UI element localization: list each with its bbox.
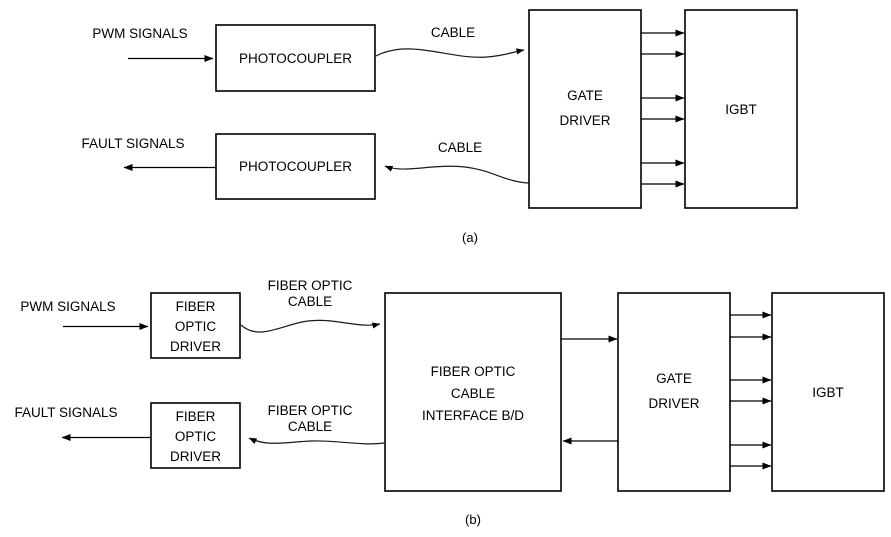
- panel-b-cable-bottom-curve: [248, 437, 385, 445]
- panel-b-fiber-driver-top-label-line2: OPTIC: [175, 319, 217, 334]
- panel-b-fault-signals-label: FAULT SIGNALS: [14, 405, 117, 420]
- panel-b-igbt-label: IGBT: [812, 385, 844, 400]
- panel-a-gate-driver-label-line1: GATE: [567, 88, 603, 103]
- panel-b-fiber-driver-bottom-label-line1: FIBER: [176, 409, 216, 424]
- panel-b-gate-driver-label-line2: DRIVER: [648, 396, 699, 411]
- figure-canvas: PWM SIGNALS PHOTOCOUPLER CABLE FAULT SIG…: [0, 0, 891, 537]
- panel-a-photocoupler-bottom-label: PHOTOCOUPLER: [239, 159, 352, 174]
- panel-b-gate-driver-box: [617, 292, 731, 492]
- panel-b-cable-top-label-line2: CABLE: [288, 294, 332, 309]
- panel-b-pwm-signals-label: PWM SIGNALS: [20, 299, 115, 314]
- panel-b-caption: (b): [465, 512, 481, 527]
- panel-b-interface-label-line1: FIBER OPTIC: [431, 364, 516, 379]
- panel-b-cable-top-label-line1: FIBER OPTIC: [268, 278, 353, 293]
- panel-a-caption: (a): [462, 230, 478, 245]
- panel-b-interface-label-line3: INTERFACE B/D: [422, 408, 524, 423]
- block-diagram-svg: PWM SIGNALS PHOTOCOUPLER CABLE FAULT SIG…: [14, 9, 885, 527]
- panel-b: PWM SIGNALS FIBER OPTIC DRIVER FIBER OPT…: [14, 278, 885, 527]
- panel-a-cable-top-curve: [375, 48, 525, 58]
- panel-a-cable-top-label: CABLE: [431, 25, 475, 40]
- panel-a-gate-driver-box: [528, 9, 642, 209]
- panel-b-interface-label-line2: CABLE: [451, 386, 495, 401]
- panel-a-gate-driver-label-line2: DRIVER: [559, 113, 610, 128]
- panel-b-fiber-driver-bottom-label-line2: OPTIC: [175, 429, 217, 444]
- panel-a-fault-signals-label: FAULT SIGNALS: [81, 136, 184, 151]
- panel-a-cable-bottom-label: CABLE: [438, 140, 482, 155]
- panel-a-photocoupler-top-label: PHOTOCOUPLER: [239, 51, 352, 66]
- panel-b-fiber-driver-top-label-line3: DRIVER: [170, 339, 221, 354]
- panel-b-fiber-driver-top-label-line1: FIBER: [176, 299, 216, 314]
- panel-b-fiber-driver-bottom-label-line3: DRIVER: [170, 449, 221, 464]
- panel-a-igbt-label: IGBT: [725, 102, 757, 117]
- panel-b-cable-bottom-label-line1: FIBER OPTIC: [268, 403, 353, 418]
- panel-a: PWM SIGNALS PHOTOCOUPLER CABLE FAULT SIG…: [81, 9, 798, 245]
- panel-a-cable-bottom-curve: [384, 165, 530, 184]
- panel-b-gate-driver-label-line1: GATE: [656, 371, 692, 386]
- panel-b-cable-top-curve: [240, 319, 381, 333]
- panel-b-cable-bottom-label-line2: CABLE: [288, 419, 332, 434]
- panel-a-pwm-signals-label: PWM SIGNALS: [92, 26, 187, 41]
